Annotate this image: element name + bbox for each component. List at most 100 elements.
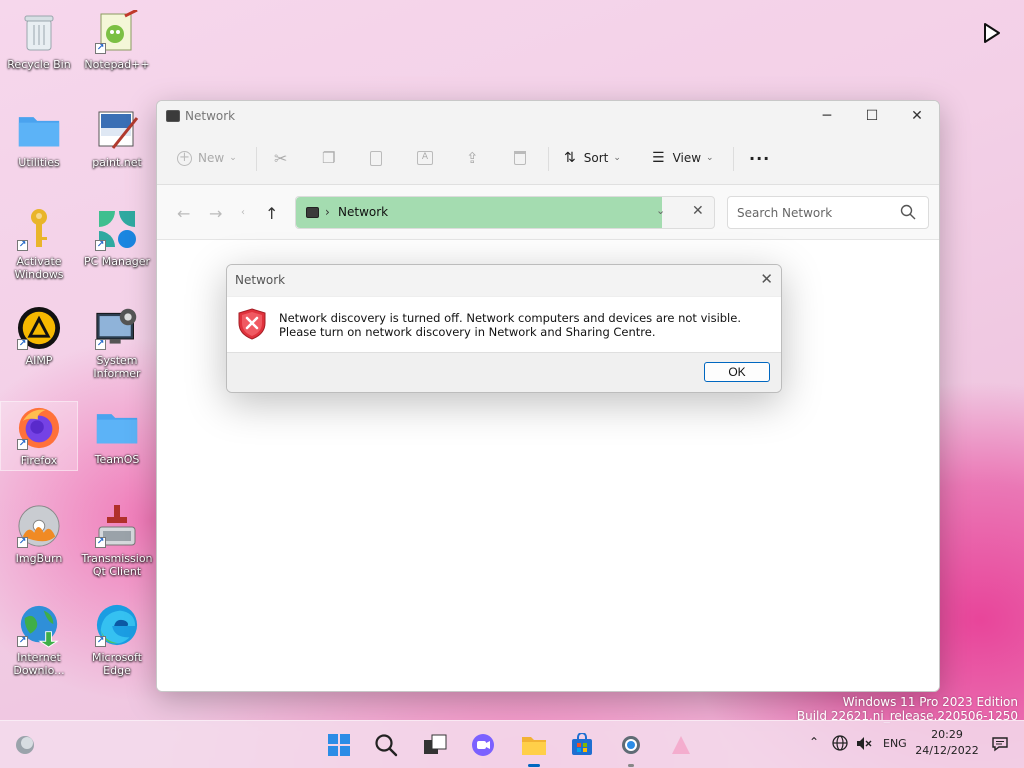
desktop-icon-imgburn[interactable]: ↗ ImgBurn xyxy=(1,500,77,580)
desktop-icon-firefox[interactable]: ↗ Firefox xyxy=(0,401,78,471)
desktop-icon-teamos[interactable]: TeamOS xyxy=(79,401,155,481)
clear-icon[interactable]: ✕ xyxy=(692,203,704,219)
desktop-icon-paintnet[interactable]: paint.net xyxy=(79,104,155,184)
ellipsis-icon: ··· xyxy=(749,148,771,168)
recent-chevron-icon[interactable]: ‹ xyxy=(241,207,245,218)
dialog-close-icon[interactable]: ✕ xyxy=(760,270,773,288)
forward-arrow-icon[interactable]: → xyxy=(209,204,222,223)
edge-icon: ↗ xyxy=(95,603,139,647)
desktop-icon-label: AIMP xyxy=(25,354,53,367)
desktop-icon-label: Utilities xyxy=(18,156,60,169)
search-icon xyxy=(900,204,916,223)
show-hidden-icons-icon[interactable]: ⌃ xyxy=(809,735,819,749)
maximize-button[interactable]: ☐ xyxy=(849,101,895,131)
rename-button[interactable]: A xyxy=(417,146,433,170)
desktop-icon-label: Internet Downlo... xyxy=(13,651,65,677)
sort-button[interactable]: ⇅ Sort ⌄ xyxy=(564,146,621,170)
pinned-app-button[interactable] xyxy=(667,731,695,759)
desktop-icon-label: Recycle Bin xyxy=(7,58,71,71)
settings-button[interactable] xyxy=(617,731,645,767)
active-indicator xyxy=(528,764,540,767)
navigation-bar: ← → ‹ ↑ › Network ⌄ ✕ Search Network xyxy=(157,185,939,240)
new-button[interactable]: + New ⌄ xyxy=(177,146,237,170)
folder-icon xyxy=(17,108,61,152)
minimize-button[interactable]: ─ xyxy=(804,101,850,131)
desktop-icon-transmission[interactable]: ↗ Transmission Qt Client xyxy=(79,500,155,590)
dialog-title: Network xyxy=(235,273,286,287)
clock[interactable]: 20:29 24/12/2022 xyxy=(914,727,980,759)
paintnet-icon xyxy=(95,108,139,152)
breadcrumb-chevron-icon: › xyxy=(325,205,330,219)
teams-chat-button[interactable] xyxy=(469,731,497,759)
desktop-icon-activate-windows[interactable]: ↗ Activate Windows xyxy=(1,203,77,293)
dialog-titlebar[interactable]: Network ✕ xyxy=(227,265,781,297)
store-icon xyxy=(572,733,592,755)
start-button[interactable] xyxy=(325,731,353,759)
desktop-icon-aimp[interactable]: ↗ AIMP xyxy=(1,302,77,382)
error-dialog: Network ✕ Network discovery is turned of… xyxy=(226,264,782,393)
notifications-icon[interactable] xyxy=(992,736,1008,755)
delete-button[interactable] xyxy=(514,146,526,170)
store-button[interactable] xyxy=(568,731,596,759)
desktop-icon-microsoft-edge[interactable]: ↗ Microsoft Edge xyxy=(79,599,155,689)
weather-widget[interactable] xyxy=(11,731,39,759)
search-input[interactable]: Search Network xyxy=(737,206,832,220)
shortcut-arrow-icon: ↗ xyxy=(95,339,106,350)
shortcut-arrow-icon: ↗ xyxy=(17,240,28,251)
desktop-icon-label: Notepad++ xyxy=(84,58,150,71)
volume-muted-icon[interactable] xyxy=(856,736,872,754)
breadcrumb-network[interactable]: Network xyxy=(338,205,388,219)
dialog-footer: OK xyxy=(227,352,781,392)
back-arrow-icon[interactable]: ← xyxy=(177,204,190,223)
desktop-icon-system-informer[interactable]: ↗ System Informer xyxy=(79,302,155,392)
up-arrow-icon[interactable]: ↑ xyxy=(265,204,278,223)
desktop-icon-internet-download[interactable]: ↗ Internet Downlo... xyxy=(1,599,77,689)
search-icon xyxy=(375,734,398,757)
close-button[interactable]: ✕ xyxy=(894,101,939,131)
error-shield-icon xyxy=(238,308,266,343)
sort-arrows-icon: ⇅ xyxy=(564,150,576,166)
key-icon: ↗ xyxy=(17,207,61,251)
desktop-icon-label: PC Manager xyxy=(83,255,151,268)
firefox-icon: ↗ xyxy=(17,406,61,450)
view-button[interactable]: ☰ View ⌄ xyxy=(652,146,714,170)
toolbar-divider xyxy=(733,147,734,171)
copy-button[interactable]: ❐ xyxy=(322,146,335,170)
shortcut-arrow-icon: ↗ xyxy=(17,537,28,548)
network-icon xyxy=(306,207,319,218)
search-button[interactable] xyxy=(372,731,400,759)
new-label: New xyxy=(198,151,225,165)
shortcut-arrow-icon: ↗ xyxy=(17,636,28,647)
sort-label: Sort xyxy=(583,151,609,165)
desktop-icon-pc-manager[interactable]: ↗ PC Manager xyxy=(79,203,155,283)
windows-logo-icon xyxy=(328,734,350,756)
language-indicator[interactable]: ENG xyxy=(883,737,907,750)
task-view-button[interactable] xyxy=(421,731,449,759)
shortcut-arrow-icon: ↗ xyxy=(95,240,106,251)
command-bar: + New ⌄ ✂ ❐ A ⇪ ⇅ Sort ⌄ ☰ View ⌄ ··· xyxy=(157,131,939,185)
desktop-icon-utilities[interactable]: Utilities xyxy=(1,104,77,184)
search-box[interactable]: Search Network xyxy=(727,196,929,229)
more-options-button[interactable]: ··· xyxy=(749,146,770,170)
chevron-down-icon[interactable]: ⌄ xyxy=(656,204,665,217)
dialog-message: Network discovery is turned off. Network… xyxy=(279,311,741,339)
clipboard-icon xyxy=(370,150,382,166)
toolbar-divider xyxy=(256,147,257,171)
weather-cloud-icon xyxy=(16,736,34,754)
desktop-icon-recycle-bin[interactable]: Recycle Bin xyxy=(1,6,77,86)
desktop-icon-label: System Informer xyxy=(93,354,141,380)
share-button[interactable]: ⇪ xyxy=(466,146,479,170)
scissors-icon: ✂ xyxy=(274,148,288,168)
ok-button[interactable]: OK xyxy=(704,362,770,382)
watermark-edition: Windows 11 Pro 2023 Edition xyxy=(842,695,1018,709)
paste-button[interactable] xyxy=(370,146,382,170)
network-globe-icon[interactable] xyxy=(832,735,848,754)
clock-date: 24/12/2022 xyxy=(915,744,979,757)
chat-icon xyxy=(472,734,494,756)
desktop-icon-notepadpp[interactable]: ↗ Notepad++ xyxy=(79,6,155,86)
address-bar[interactable]: › Network ⌄ ✕ xyxy=(295,196,715,229)
window-titlebar[interactable]: Network ─ ☐ ✕ xyxy=(157,101,939,131)
transmission-icon: ↗ xyxy=(95,504,139,548)
file-explorer-button[interactable] xyxy=(520,731,548,767)
cut-button[interactable]: ✂ xyxy=(274,146,287,170)
